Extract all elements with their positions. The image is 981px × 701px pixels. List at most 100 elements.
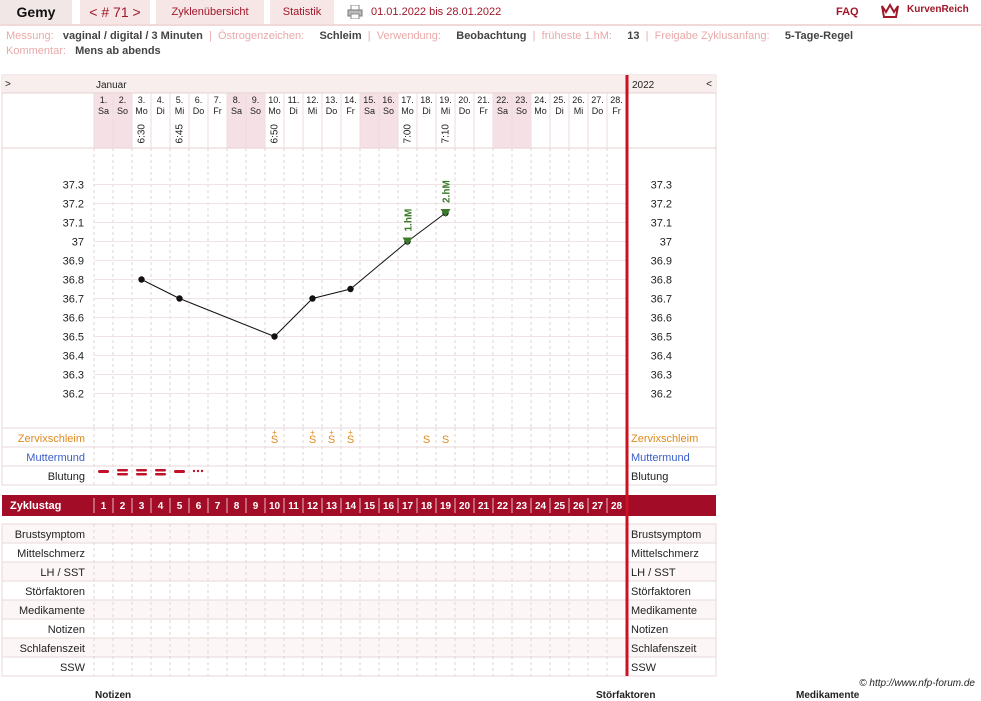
lower-row (1, 523, 717, 544)
temp-tick-right: 36.6 (651, 313, 672, 325)
day-weekday: Sa (497, 106, 508, 116)
temperature-point (347, 285, 354, 293)
day-date: 24. (534, 95, 547, 105)
day-weekday: Fr (213, 106, 222, 116)
temp-tick-left: 37.1 (63, 218, 84, 230)
temp-tick-left: 36.3 (63, 370, 84, 382)
cycle-day-number: 11 (288, 501, 299, 512)
day-date: 21. (477, 95, 490, 105)
row-label-right: Brustsymptom (631, 529, 701, 541)
nav-left-arrow: > (5, 79, 11, 90)
header-left-cell (2, 75, 94, 93)
temperature-point (138, 276, 145, 283)
cycle-day-number: 22 (497, 501, 509, 512)
nav-right-arrow: < (706, 79, 712, 90)
row-label-left: Blutung (48, 471, 85, 483)
bleeding-mark (174, 470, 185, 473)
day-date: 2. (119, 95, 127, 105)
high-measure-label: 1.hM (404, 209, 415, 232)
cycle-day-number: 23 (516, 501, 528, 512)
bleeding-mark (117, 469, 128, 472)
cycle-day-number: 16 (383, 501, 395, 512)
measure-time: 6:45 (175, 124, 186, 144)
header-month-cell (94, 75, 626, 93)
day-date: 12. (306, 95, 319, 105)
day-date: 28. (610, 95, 623, 105)
spotting-dot (196, 469, 200, 473)
row-label-right: Blutung (631, 471, 668, 483)
day-weekday: Fr (612, 106, 621, 116)
day-date: 20. (458, 95, 471, 105)
temp-tick-left: 37.2 (63, 199, 84, 211)
row-label-left: Störfaktoren (25, 586, 85, 598)
row-label-left: Brustsymptom (15, 529, 85, 541)
cycle-day-number: 13 (326, 501, 338, 512)
day-date: 18. (420, 95, 433, 105)
day-weekday: Di (555, 106, 564, 116)
temp-tick-right: 37.1 (651, 218, 672, 230)
row-label-left: Zervixschleim (18, 433, 85, 445)
day-weekday: Do (592, 106, 604, 116)
lower-row (1, 656, 717, 677)
day-date: 8. (233, 95, 241, 105)
row-label-left: Medikamente (19, 605, 85, 617)
observation-row (1, 465, 717, 486)
row-label-left: Schlafenszeit (20, 643, 85, 655)
cycle-day-number: 3 (139, 501, 145, 512)
day-date: 9. (252, 95, 260, 105)
cycle-day-number: 19 (440, 501, 452, 512)
cycle-day-number: 24 (535, 501, 547, 512)
day-weekday: Fr (346, 106, 355, 116)
day-date: 17. (401, 95, 414, 105)
row-label-right: Notizen (631, 624, 668, 636)
cervix-plus: + (329, 428, 334, 437)
cycle-day-number: 9 (253, 501, 259, 512)
cycle-day-number: 28 (611, 501, 623, 512)
temp-tick-left: 37.3 (63, 180, 84, 192)
day-date: 7. (214, 95, 222, 105)
temp-tick-left: 36.6 (63, 313, 84, 325)
cycle-day-label: Zyklustag (10, 500, 61, 512)
temp-tick-left: 37 (72, 237, 84, 249)
cycle-day-number: 4 (158, 501, 164, 512)
lower-row (1, 561, 717, 582)
row-label-right: Schlafenszeit (631, 643, 696, 655)
day-date: 1. (100, 95, 108, 105)
day-weekday: Mi (308, 106, 318, 116)
cycle-day-number: 12 (307, 501, 319, 512)
day-weekday: Do (193, 106, 205, 116)
cycle-day-number: 27 (592, 501, 604, 512)
row-label-left: Mittelschmerz (17, 548, 85, 560)
day-weekday: So (250, 106, 261, 116)
measure-time: 6:50 (270, 124, 281, 144)
bleeding-mark (117, 473, 128, 476)
observation-row (1, 427, 717, 448)
bleeding-mark (136, 469, 147, 472)
row-label-right: Medikamente (631, 605, 697, 617)
cycle-day-number: 14 (345, 501, 357, 512)
cervix-symbol: S (423, 434, 430, 446)
day-weekday: Mo (534, 106, 547, 116)
cycle-day-number: 25 (554, 501, 566, 512)
cycle-day-number: 8 (234, 501, 240, 512)
bleeding-mark (155, 469, 166, 472)
cycle-day-number: 5 (177, 501, 183, 512)
day-weekday: Fr (479, 106, 488, 116)
measure-time: 7:00 (403, 124, 414, 144)
copyright-credit[interactable]: © http://www.nfp-forum.de (859, 678, 975, 689)
cycle-day-number: 10 (269, 501, 281, 512)
day-date: 5. (176, 95, 184, 105)
cycle-day-number: 6 (196, 501, 202, 512)
measure-time: 6:30 (137, 124, 148, 144)
row-label-right: LH / SST (631, 567, 676, 579)
cervix-plus: + (272, 428, 277, 437)
bleeding-mark (155, 473, 166, 476)
day-date: 4. (157, 95, 165, 105)
day-weekday: So (516, 106, 527, 116)
day-date: 26. (572, 95, 585, 105)
temp-tick-right: 36.9 (651, 256, 672, 268)
day-date: 23. (515, 95, 528, 105)
day-weekday: Di (156, 106, 165, 116)
day-date: 15. (363, 95, 376, 105)
cycle-day-number: 17 (402, 501, 414, 512)
